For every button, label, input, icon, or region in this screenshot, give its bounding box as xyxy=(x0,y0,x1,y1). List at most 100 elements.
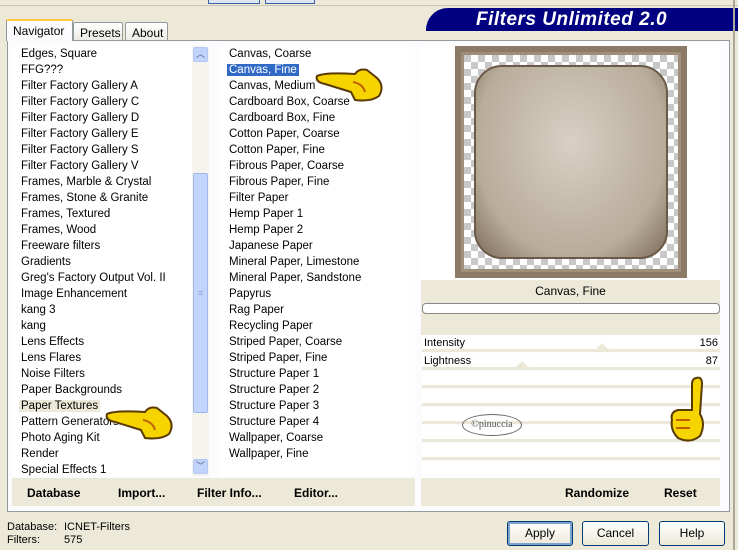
preview-filter-name: Canvas, Fine xyxy=(535,284,606,298)
scroll-up-icon[interactable]: ︿ xyxy=(193,47,208,62)
list-item[interactable]: Cardboard Box, Fine xyxy=(220,110,415,126)
list-item[interactable]: Edges, Square xyxy=(12,46,192,62)
list-item[interactable]: Rag Paper xyxy=(220,302,415,318)
list-item[interactable]: kang xyxy=(12,318,192,334)
randomize-button[interactable]: Randomize xyxy=(565,486,629,500)
list-item[interactable]: Lens Flares xyxy=(12,350,192,366)
list-item[interactable]: Filter Factory Gallery D xyxy=(12,110,192,126)
filter-list[interactable]: Canvas, Coarse Canvas, Fine Canvas, Medium… xyxy=(220,46,415,476)
lightness-slider-thumb[interactable] xyxy=(514,361,530,369)
status-filters-label: Filters: xyxy=(7,534,40,546)
list-item-label: Paper Textures xyxy=(19,400,101,412)
list-item-label: Structure Paper 3 xyxy=(229,400,320,412)
top-button-partial[interactable] xyxy=(208,0,260,4)
list-item[interactable]: Structure Paper 1 xyxy=(220,366,415,382)
category-scrollbar[interactable]: ︿ ≡ ﹀ xyxy=(192,46,209,476)
list-item[interactable]: Filter Factory Gallery A xyxy=(12,78,192,94)
list-item[interactable]: Fibrous Paper, Fine xyxy=(220,174,415,190)
list-item[interactable]: Lens Effects xyxy=(12,334,192,350)
list-item-label: Papyrus xyxy=(229,288,272,300)
status-database-label: Database: xyxy=(7,521,58,533)
list-item[interactable]: Mineral Paper, Sandstone xyxy=(220,270,415,286)
list-item[interactable]: Fibrous Paper, Coarse xyxy=(220,158,415,174)
list-item-label: Fibrous Paper, Fine xyxy=(229,176,330,188)
database-button[interactable]: Database xyxy=(27,486,80,500)
tab-presets[interactable]: Presets xyxy=(73,22,123,40)
list-item-label: FFG??? xyxy=(21,64,64,76)
list-item[interactable]: Striped Paper, Coarse xyxy=(220,334,415,350)
list-item[interactable]: Greg's Factory Output Vol. II xyxy=(12,270,192,286)
watermark: ©pinuccia xyxy=(462,414,522,436)
list-item[interactable]: Wallpaper, Coarse xyxy=(220,430,415,446)
tab-about[interactable]: About xyxy=(125,22,168,40)
list-item[interactable]: Recycling Paper xyxy=(220,318,415,334)
list-item-label: Image Enhancement xyxy=(21,288,128,300)
import-button[interactable]: Import... xyxy=(118,486,165,500)
list-item[interactable]: Hemp Paper 1 xyxy=(220,206,415,222)
list-item[interactable]: Noise Filters xyxy=(12,366,192,382)
list-item-label: Filter Factory Gallery E xyxy=(21,128,139,140)
list-item[interactable]: Image Enhancement xyxy=(12,286,192,302)
list-item[interactable]: Hemp Paper 2 xyxy=(220,222,415,238)
filter-info-button[interactable]: Filter Info... xyxy=(197,486,262,500)
list-item[interactable]: Japanese Paper xyxy=(220,238,415,254)
list-item[interactable]: Filter Factory Gallery E xyxy=(12,126,192,142)
list-item[interactable]: Frames, Stone & Granite xyxy=(12,190,192,206)
list-item-label: Mineral Paper, Limestone xyxy=(229,256,360,268)
list-item[interactable]: Structure Paper 3 xyxy=(220,398,415,414)
list-item[interactable]: Filter Factory Gallery S xyxy=(12,142,192,158)
list-item[interactable]: Canvas, Coarse xyxy=(220,46,415,62)
pointing-hand-icon xyxy=(105,406,173,440)
tab-label: About xyxy=(132,26,164,40)
list-item[interactable]: Gradients xyxy=(12,254,192,270)
list-item[interactable]: Papyrus xyxy=(220,286,415,302)
list-item-label: Cardboard Box, Fine xyxy=(229,112,336,124)
tab-label: Navigator xyxy=(13,24,65,38)
list-item[interactable]: Special Effects 1 xyxy=(12,462,192,476)
list-item[interactable]: Freeware filters xyxy=(12,238,192,254)
help-button[interactable]: Help xyxy=(659,521,725,546)
list-item[interactable]: kang 3 xyxy=(12,302,192,318)
list-item-label: Frames, Textured xyxy=(21,208,111,220)
reset-button[interactable]: Reset xyxy=(664,486,697,500)
list-item[interactable]: Striped Paper, Fine xyxy=(220,350,415,366)
top-divider xyxy=(0,5,738,6)
editor-button[interactable]: Editor... xyxy=(294,486,338,500)
tab-label: Presets xyxy=(80,26,121,40)
cancel-button[interactable]: Cancel xyxy=(582,521,649,546)
list-item[interactable]: Cotton Paper, Coarse xyxy=(220,126,415,142)
list-item[interactable]: Paper Backgrounds xyxy=(12,382,192,398)
scroll-down-icon[interactable]: ﹀ xyxy=(193,459,208,474)
list-item[interactable]: Render xyxy=(12,446,192,462)
param-row-intensity[interactable] xyxy=(422,335,720,352)
list-item[interactable]: Structure Paper 4 xyxy=(220,414,415,430)
list-item-label: Striped Paper, Coarse xyxy=(229,336,343,348)
list-item[interactable]: Filter Factory Gallery C xyxy=(12,94,192,110)
param-value: 156 xyxy=(699,337,718,349)
list-item-label: Cotton Paper, Fine xyxy=(229,144,325,156)
list-item-label: Japanese Paper xyxy=(229,240,313,252)
list-item-label: Edges, Square xyxy=(21,48,98,60)
list-item[interactable]: Cotton Paper, Fine xyxy=(220,142,415,158)
list-item[interactable]: Filter Paper xyxy=(220,190,415,206)
list-item[interactable]: Frames, Marble & Crystal xyxy=(12,174,192,190)
scroll-thumb[interactable]: ≡ xyxy=(193,173,208,413)
intensity-slider-thumb[interactable] xyxy=(594,343,610,351)
list-item[interactable]: Structure Paper 2 xyxy=(220,382,415,398)
top-button-partial[interactable] xyxy=(265,0,315,4)
list-item[interactable]: Frames, Textured xyxy=(12,206,192,222)
list-item-label: Fibrous Paper, Coarse xyxy=(229,160,345,172)
list-item-label: Gradients xyxy=(21,256,71,268)
list-item[interactable]: Filter Factory Gallery V xyxy=(12,158,192,174)
tab-navigator[interactable]: Navigator xyxy=(6,19,73,41)
list-item[interactable]: Mineral Paper, Limestone xyxy=(220,254,415,270)
list-item-label: Filter Factory Gallery D xyxy=(21,112,140,124)
list-item[interactable]: Frames, Wood xyxy=(12,222,192,238)
param-value: 87 xyxy=(705,355,718,367)
list-item[interactable]: FFG??? xyxy=(12,62,192,78)
list-item[interactable]: Wallpaper, Fine xyxy=(220,446,415,462)
list-item-label: Frames, Wood xyxy=(21,224,97,236)
list-item-label: kang 3 xyxy=(21,304,56,316)
apply-button[interactable]: Apply xyxy=(507,521,573,546)
progress-bar xyxy=(422,303,720,314)
